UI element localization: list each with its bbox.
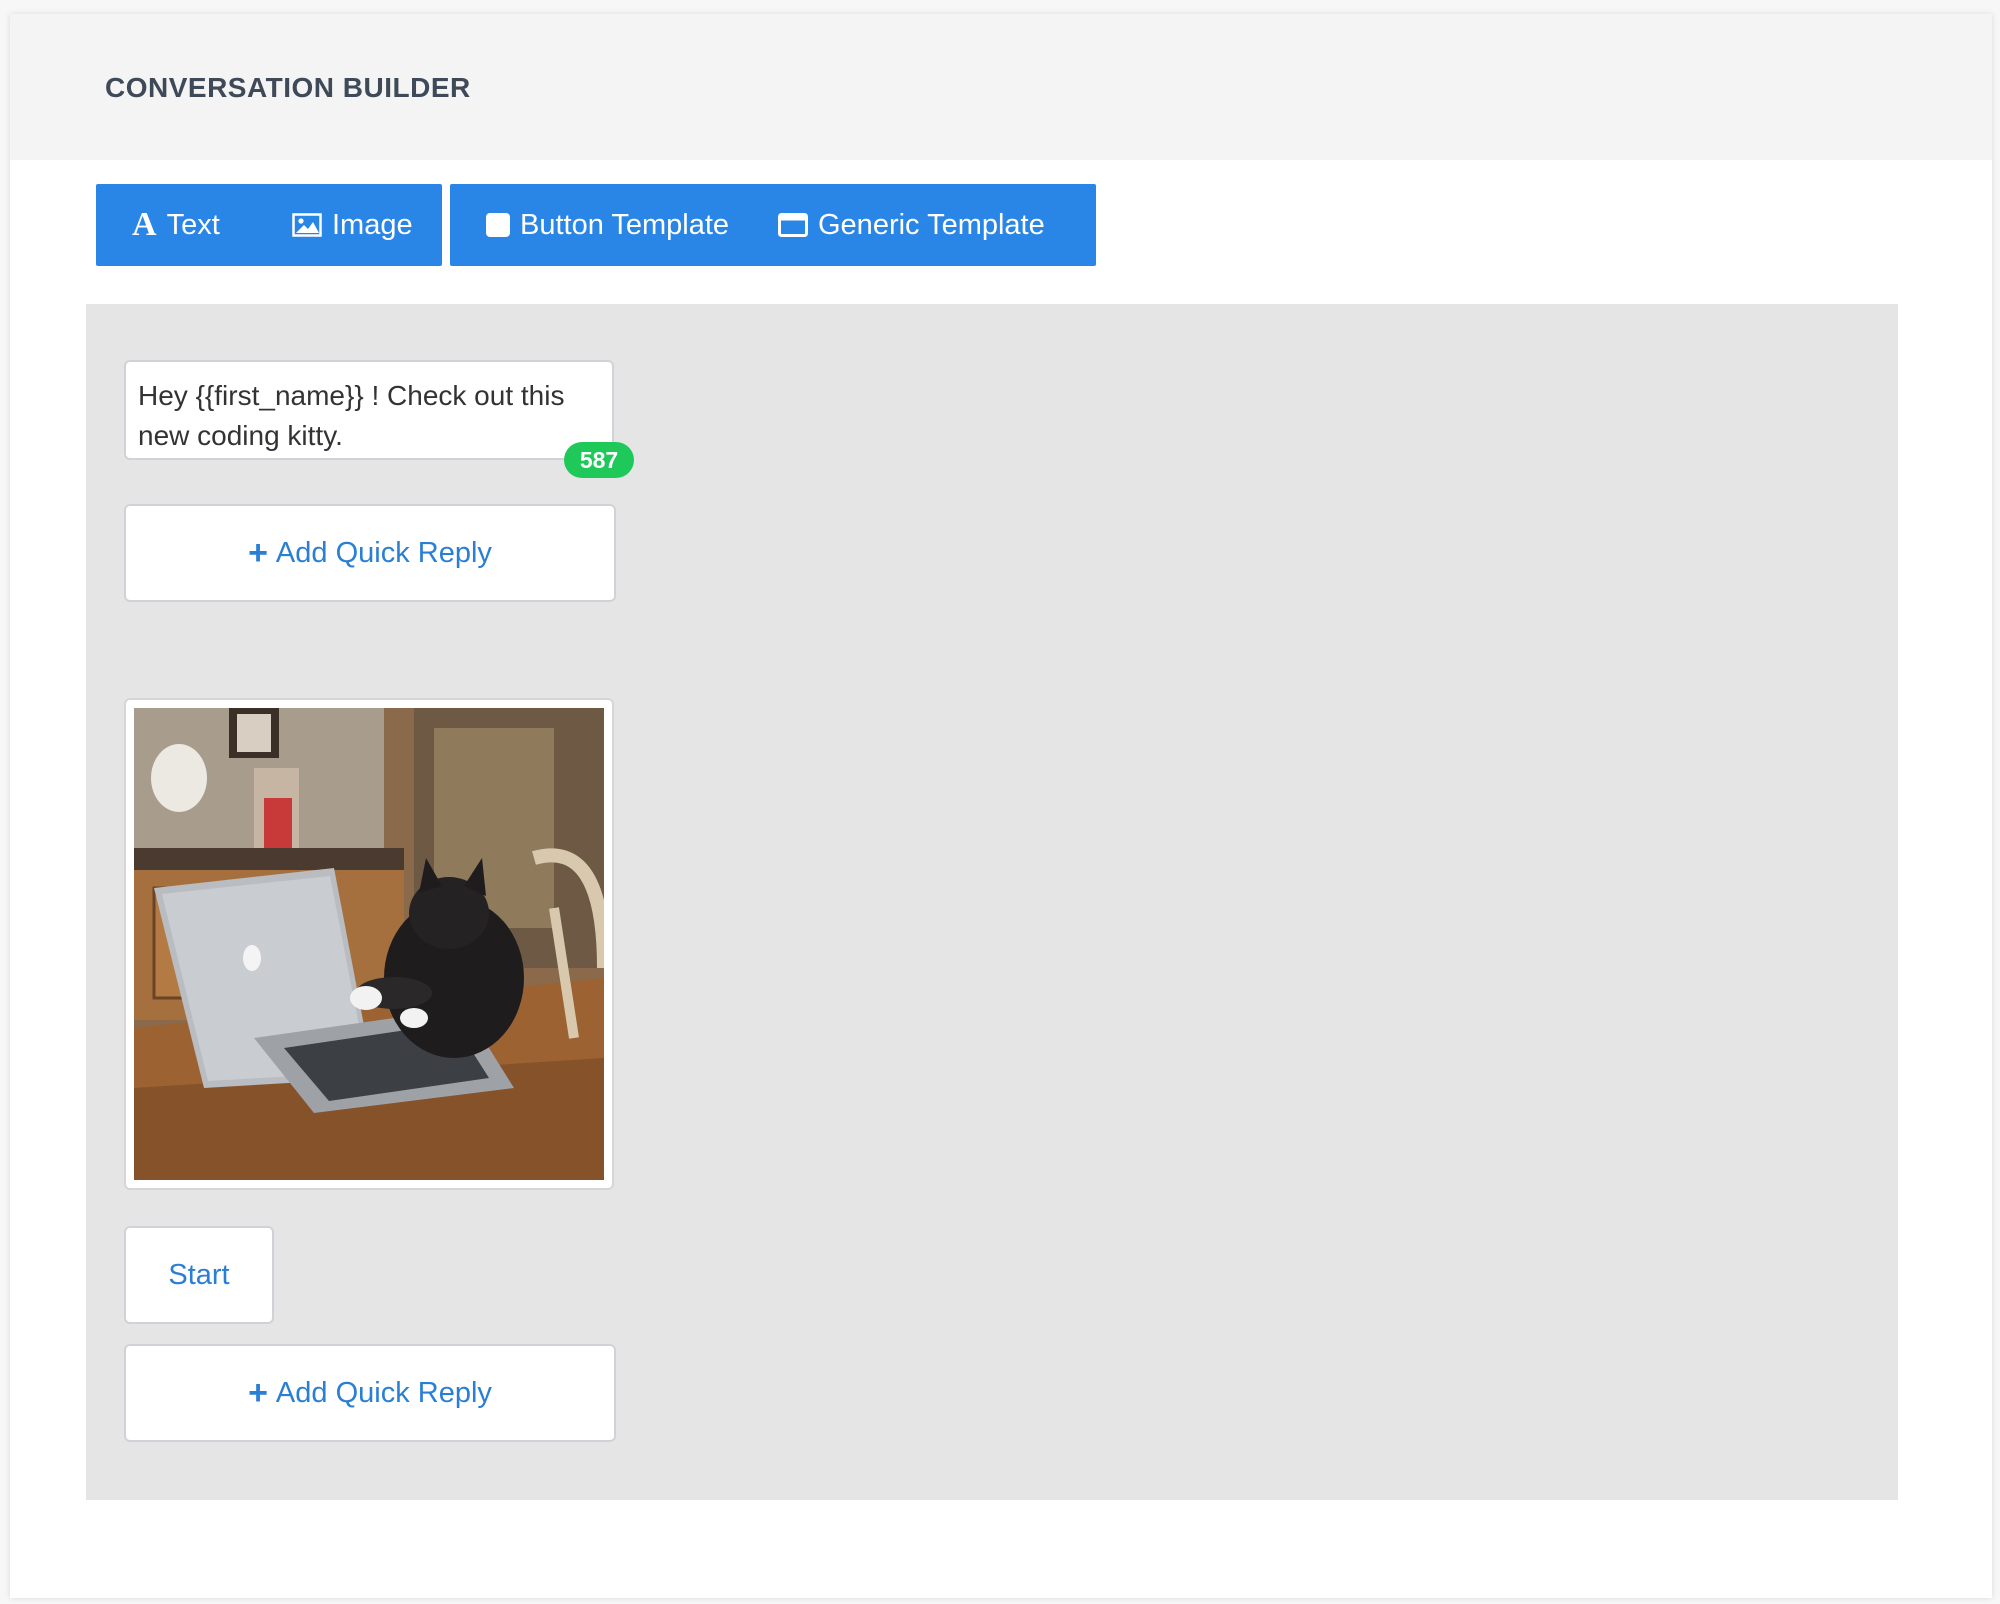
add-quick-reply-label: Add Quick Reply bbox=[275, 536, 492, 569]
image-icon bbox=[292, 213, 322, 237]
character-count-badge: 587 bbox=[564, 442, 634, 478]
image-message-card[interactable] bbox=[124, 698, 614, 1190]
toolbar-group-templates: Button Template Generic Template bbox=[450, 184, 1096, 266]
text-message-card[interactable]: Hey {{first_name}} ! Check out this new … bbox=[124, 360, 614, 460]
add-generic-template-label: Generic Template bbox=[818, 208, 1045, 241]
square-icon bbox=[486, 213, 510, 237]
add-button-template-label: Button Template bbox=[520, 208, 730, 241]
page-title: CONVERSATION BUILDER bbox=[105, 72, 471, 103]
add-text-label: Text bbox=[166, 208, 220, 241]
add-image-button[interactable]: Image bbox=[282, 184, 413, 266]
add-image-label: Image bbox=[332, 208, 413, 241]
start-quick-reply-button[interactable]: Start bbox=[124, 1226, 274, 1324]
add-text-button[interactable]: A Text bbox=[96, 184, 282, 266]
add-quick-reply-label-2: Add Quick Reply bbox=[275, 1376, 492, 1409]
text-message-content: Hey {{first_name}} ! Check out this new … bbox=[138, 380, 565, 451]
window-icon bbox=[778, 213, 808, 237]
add-quick-reply-button[interactable]: + Add Quick Reply bbox=[124, 504, 616, 602]
panel-header: CONVERSATION BUILDER bbox=[10, 14, 1992, 160]
toolbar-group-basic: A Text Image bbox=[96, 184, 442, 266]
plus-icon: + bbox=[248, 534, 268, 572]
plus-icon: + bbox=[248, 1374, 268, 1412]
cat-laptop-image bbox=[134, 708, 604, 1180]
builder-canvas: Hey {{first_name}} ! Check out this new … bbox=[86, 304, 1898, 1500]
start-label: Start bbox=[168, 1258, 230, 1291]
add-quick-reply-button-2[interactable]: + Add Quick Reply bbox=[124, 1344, 616, 1442]
add-generic-template-button[interactable]: Generic Template bbox=[778, 184, 1045, 266]
text-icon: A bbox=[132, 206, 157, 243]
add-button-template-button[interactable]: Button Template bbox=[450, 184, 778, 266]
